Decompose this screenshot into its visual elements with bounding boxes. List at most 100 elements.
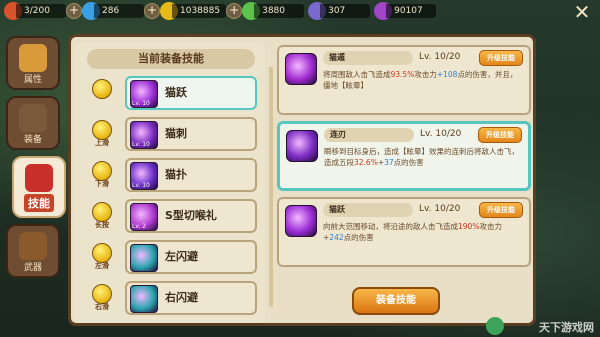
resource-value: 307 — [320, 4, 371, 18]
equipped-skill-slot[interactable]: 左滑 左闪避 — [75, 239, 265, 275]
skill-description: 将周围敌人击飞造成93.5%攻击力+108点的伤害，并且，僵地【眩晕】 — [323, 69, 521, 91]
gesture-arrow-icon — [92, 202, 112, 222]
skill-icon — [130, 244, 158, 272]
desc-text: 攻击力 — [414, 70, 437, 79]
watermark-logo-icon — [486, 317, 504, 335]
resource-value: 286 — [94, 4, 144, 18]
gesture-key: 下滑 — [89, 161, 115, 189]
upgrade-skill-button[interactable]: 升级技能 — [479, 50, 523, 66]
skill-level: Lv. 10 — [132, 141, 150, 148]
close-button[interactable]: ✕ — [572, 2, 592, 22]
skill-detail-name: 猫跃 — [323, 203, 413, 217]
side-tab-0[interactable]: 属性 — [6, 36, 60, 90]
skill-description: 向前大范围移动，将沿途的敌人击飞造成190%攻击力+242点的伤害 — [323, 221, 521, 243]
skill-name: 猫刺 — [165, 127, 187, 140]
gesture-label: 下滑 — [95, 180, 109, 188]
skill-name: 右闪避 — [165, 291, 198, 304]
skill-name: S型切喉礼 — [165, 209, 217, 222]
gesture-arrow-icon — [92, 161, 112, 181]
equip-skill-button[interactable]: 装备技能 — [352, 287, 440, 315]
skill-icon — [130, 285, 158, 313]
skill-card[interactable]: 右闪避 — [125, 281, 257, 315]
skill-level: Lv. 10 — [132, 100, 150, 107]
gesture-arrow-icon — [92, 120, 112, 140]
skill-detail-card[interactable]: 猫遁 Lv. 10/20 升级技能将周围敌人击飞造成93.5%攻击力+108点的伤害… — [277, 45, 531, 115]
resource-value: 3880 — [254, 4, 305, 18]
add-resource-button[interactable]: + — [66, 3, 82, 19]
side-tab-2[interactable]: 技能 — [12, 156, 66, 218]
skill-panel: 当前装备技能 Lv. 10 猫跃 上滑 Lv. 10 猫刺 下滑 Lv. 10 猫扑 长按 Lv.… — [68, 34, 536, 326]
helmet-icon — [19, 104, 47, 132]
gesture-label: 右滑 — [95, 303, 109, 311]
resource-counter: +286 — [66, 2, 144, 20]
resource-counter: 3/200 — [4, 2, 66, 20]
skill-detail-name: 连刃 — [324, 128, 414, 142]
gesture-key: 长按 — [89, 202, 115, 230]
gesture-label: 左滑 — [95, 262, 109, 270]
gesture-key: 左滑 — [89, 243, 115, 271]
desc-highlight: 190% — [458, 222, 480, 231]
gesture-key: 右滑 — [89, 284, 115, 312]
resource-counter: 307 — [308, 2, 371, 20]
skill-icon — [285, 205, 317, 237]
list-scrollbar[interactable] — [269, 67, 273, 307]
skill-level: Lv. 10 — [132, 182, 150, 189]
skill-detail-name: 猫遁 — [323, 51, 413, 65]
desc-highlight: 93.5% — [390, 70, 415, 79]
gesture-label: 上滑 — [95, 139, 109, 147]
skill-detail-card[interactable]: 猫跃 Lv. 10/20 升级技能向前大范围移动，将沿途的敌人击飞造成190%攻击力… — [277, 197, 531, 267]
desc-text: 点的伤害 — [343, 233, 374, 242]
resource-value: 1038885 — [172, 4, 227, 18]
desc-highlight: +108 — [436, 70, 458, 79]
skill-icon: Lv. 10 — [130, 80, 158, 108]
resource-value: 3/200 — [16, 4, 66, 18]
desc-highlight: 32.6% — [354, 158, 378, 167]
equipped-skill-slot[interactable]: Lv. 10 猫跃 — [75, 75, 265, 111]
skill-icon: Lv. 10 — [130, 121, 158, 149]
skill-card[interactable]: 左闪避 — [125, 240, 257, 274]
skill-description: 瞬移到目标身后，造成【眩晕】效果的连刺后将敌人击飞，造成五段32.6%+37点的… — [324, 146, 520, 168]
side-tab-1[interactable]: 装备 — [6, 96, 60, 150]
upgrade-skill-button[interactable]: 升级技能 — [478, 127, 522, 143]
add-resource-button[interactable]: + — [144, 3, 160, 19]
skill-details-list: 猫遁 Lv. 10/20 升级技能 将周围敌人击飞造成93.5%攻击力+108点的伤害… — [277, 43, 531, 323]
resource-value: 90107 — [386, 4, 437, 18]
equipped-skills-title: 当前装备技能 — [87, 49, 255, 69]
skill-card[interactable]: Lv. 10 猫刺 — [125, 117, 257, 151]
resource-counter: 90107 — [374, 2, 437, 20]
resource-bar: 3/200 +286 +1038885 +3880 307 90107 — [0, 0, 600, 22]
skill-icon: Lv. 2 — [130, 203, 158, 231]
skill-name: 左闪避 — [165, 250, 198, 263]
gesture-arrow-icon — [92, 243, 112, 263]
side-tab-label: 技能 — [24, 194, 54, 212]
equipped-skill-slot[interactable]: 右滑 右闪避 — [75, 280, 265, 316]
gesture-arrow-icon — [92, 284, 112, 304]
gesture-key: 上滑 — [89, 120, 115, 148]
weapon-icon — [19, 232, 47, 260]
skill-card[interactable]: Lv. 10 猫扑 — [125, 158, 257, 192]
gesture-label: 长按 — [95, 221, 109, 229]
side-tab-label: 武器 — [23, 263, 42, 273]
resource-counter: +1038885 — [144, 2, 227, 20]
side-tab-bar: 属性装备技能武器 — [6, 36, 66, 284]
skill-book-icon — [25, 164, 53, 192]
equipped-skill-slot[interactable]: 上滑 Lv. 10 猫刺 — [75, 116, 265, 152]
upgrade-skill-button[interactable]: 升级技能 — [479, 202, 523, 218]
chick-icon — [19, 44, 47, 72]
skill-detail-level: Lv. 10/20 — [419, 52, 461, 62]
equipped-skill-slot[interactable]: 长按 Lv. 2 S型切喉礼 — [75, 198, 265, 234]
desc-highlight: 242 — [329, 233, 344, 242]
desc-text: 向前大范围移动，将沿途的敌人击飞造成 — [323, 222, 458, 231]
equipped-skill-slot[interactable]: 下滑 Lv. 10 猫扑 — [75, 157, 265, 193]
skill-detail-level: Lv. 10/20 — [419, 204, 461, 214]
add-resource-button[interactable]: + — [226, 3, 243, 19]
desc-text: 将周围敌人击飞造成 — [323, 70, 391, 79]
side-tab-label: 装备 — [23, 135, 42, 145]
skill-icon — [285, 53, 317, 85]
side-tab-3[interactable]: 武器 — [6, 224, 60, 278]
skill-card[interactable]: Lv. 2 S型切喉礼 — [125, 199, 257, 233]
desc-highlight: 37 — [384, 158, 394, 167]
skill-detail-card[interactable]: 连刃 Lv. 10/20 升级技能 瞬移到目标身后，造成【眩晕】效果的连刺后将敌人击飞… — [277, 121, 531, 191]
skill-card[interactable]: Lv. 10 猫跃 — [125, 76, 257, 110]
skill-name: 猫扑 — [165, 168, 187, 181]
